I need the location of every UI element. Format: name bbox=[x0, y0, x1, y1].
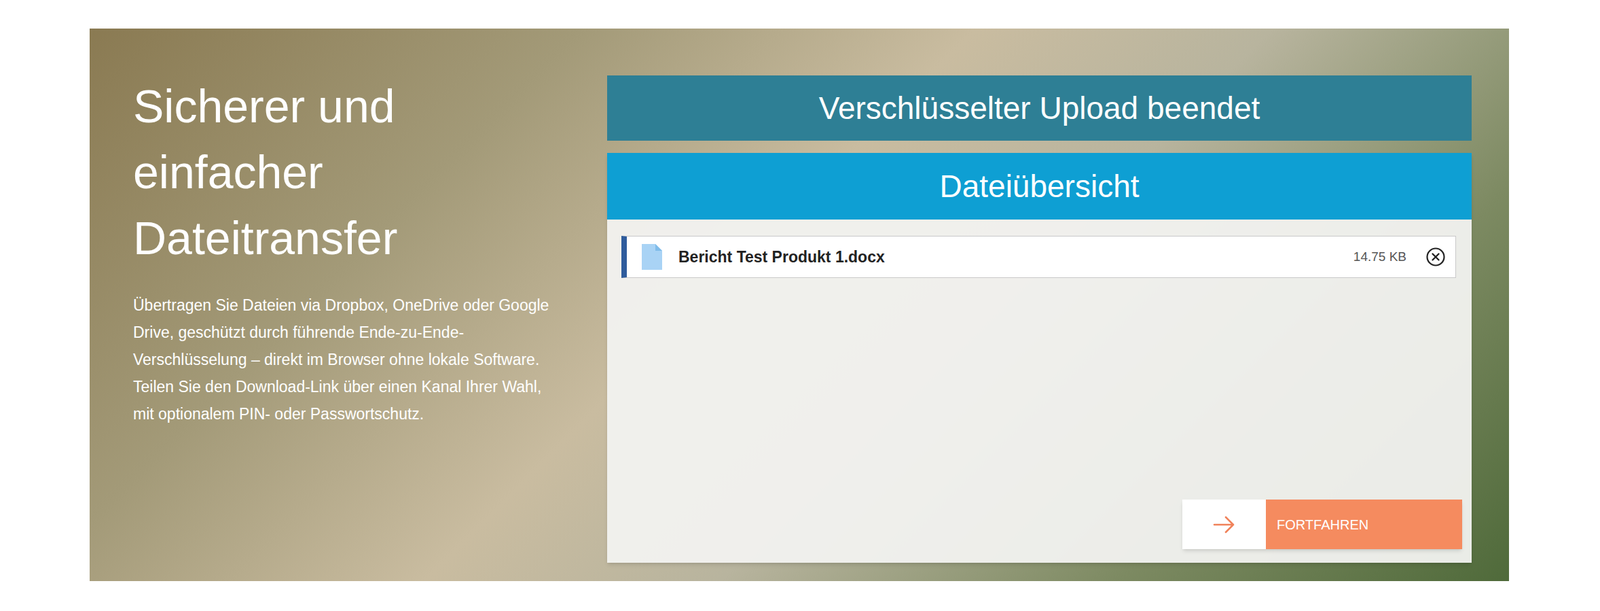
hero-text: Sicherer und einfacher Dateitransfer Über… bbox=[89, 28, 608, 581]
file-overview-header: Dateiübersicht bbox=[607, 152, 1472, 220]
page: Sicherer und einfacher Dateitransfer Über… bbox=[0, 0, 1600, 611]
file-overview: DateiübersichtBericht Test Produkt 1.doc… bbox=[607, 152, 1472, 563]
hero-description: Übertragen Sie Dateien via Dropbox, OneD… bbox=[133, 291, 555, 428]
remove-file-icon[interactable] bbox=[1425, 246, 1446, 267]
file-size: 14.75 KB bbox=[1353, 247, 1407, 267]
hero-title: Sicherer und einfacher Dateitransfer bbox=[133, 73, 419, 271]
continue-button-label: FORTFAHREN bbox=[1265, 499, 1463, 549]
status-bar: Verschlüsselter Upload beendet bbox=[607, 75, 1472, 141]
upload-panel: Verschlüsselter Upload beendet Dateiübers… bbox=[607, 28, 1472, 581]
arrow-right-icon bbox=[1212, 514, 1237, 534]
continue-button[interactable]: FORTFAHREN bbox=[1182, 499, 1463, 549]
file-row: Bericht Test Produkt 1.docx 14.75 KB bbox=[621, 235, 1457, 278]
file-list: Bericht Test Produkt 1.docx 14.75 KB FORTF… bbox=[607, 219, 1472, 563]
hero-background: Sicherer und einfacher Dateitransfer Über… bbox=[89, 28, 1509, 581]
file-name: Bericht Test Produkt 1.docx bbox=[678, 245, 1338, 269]
document-icon bbox=[641, 243, 663, 270]
